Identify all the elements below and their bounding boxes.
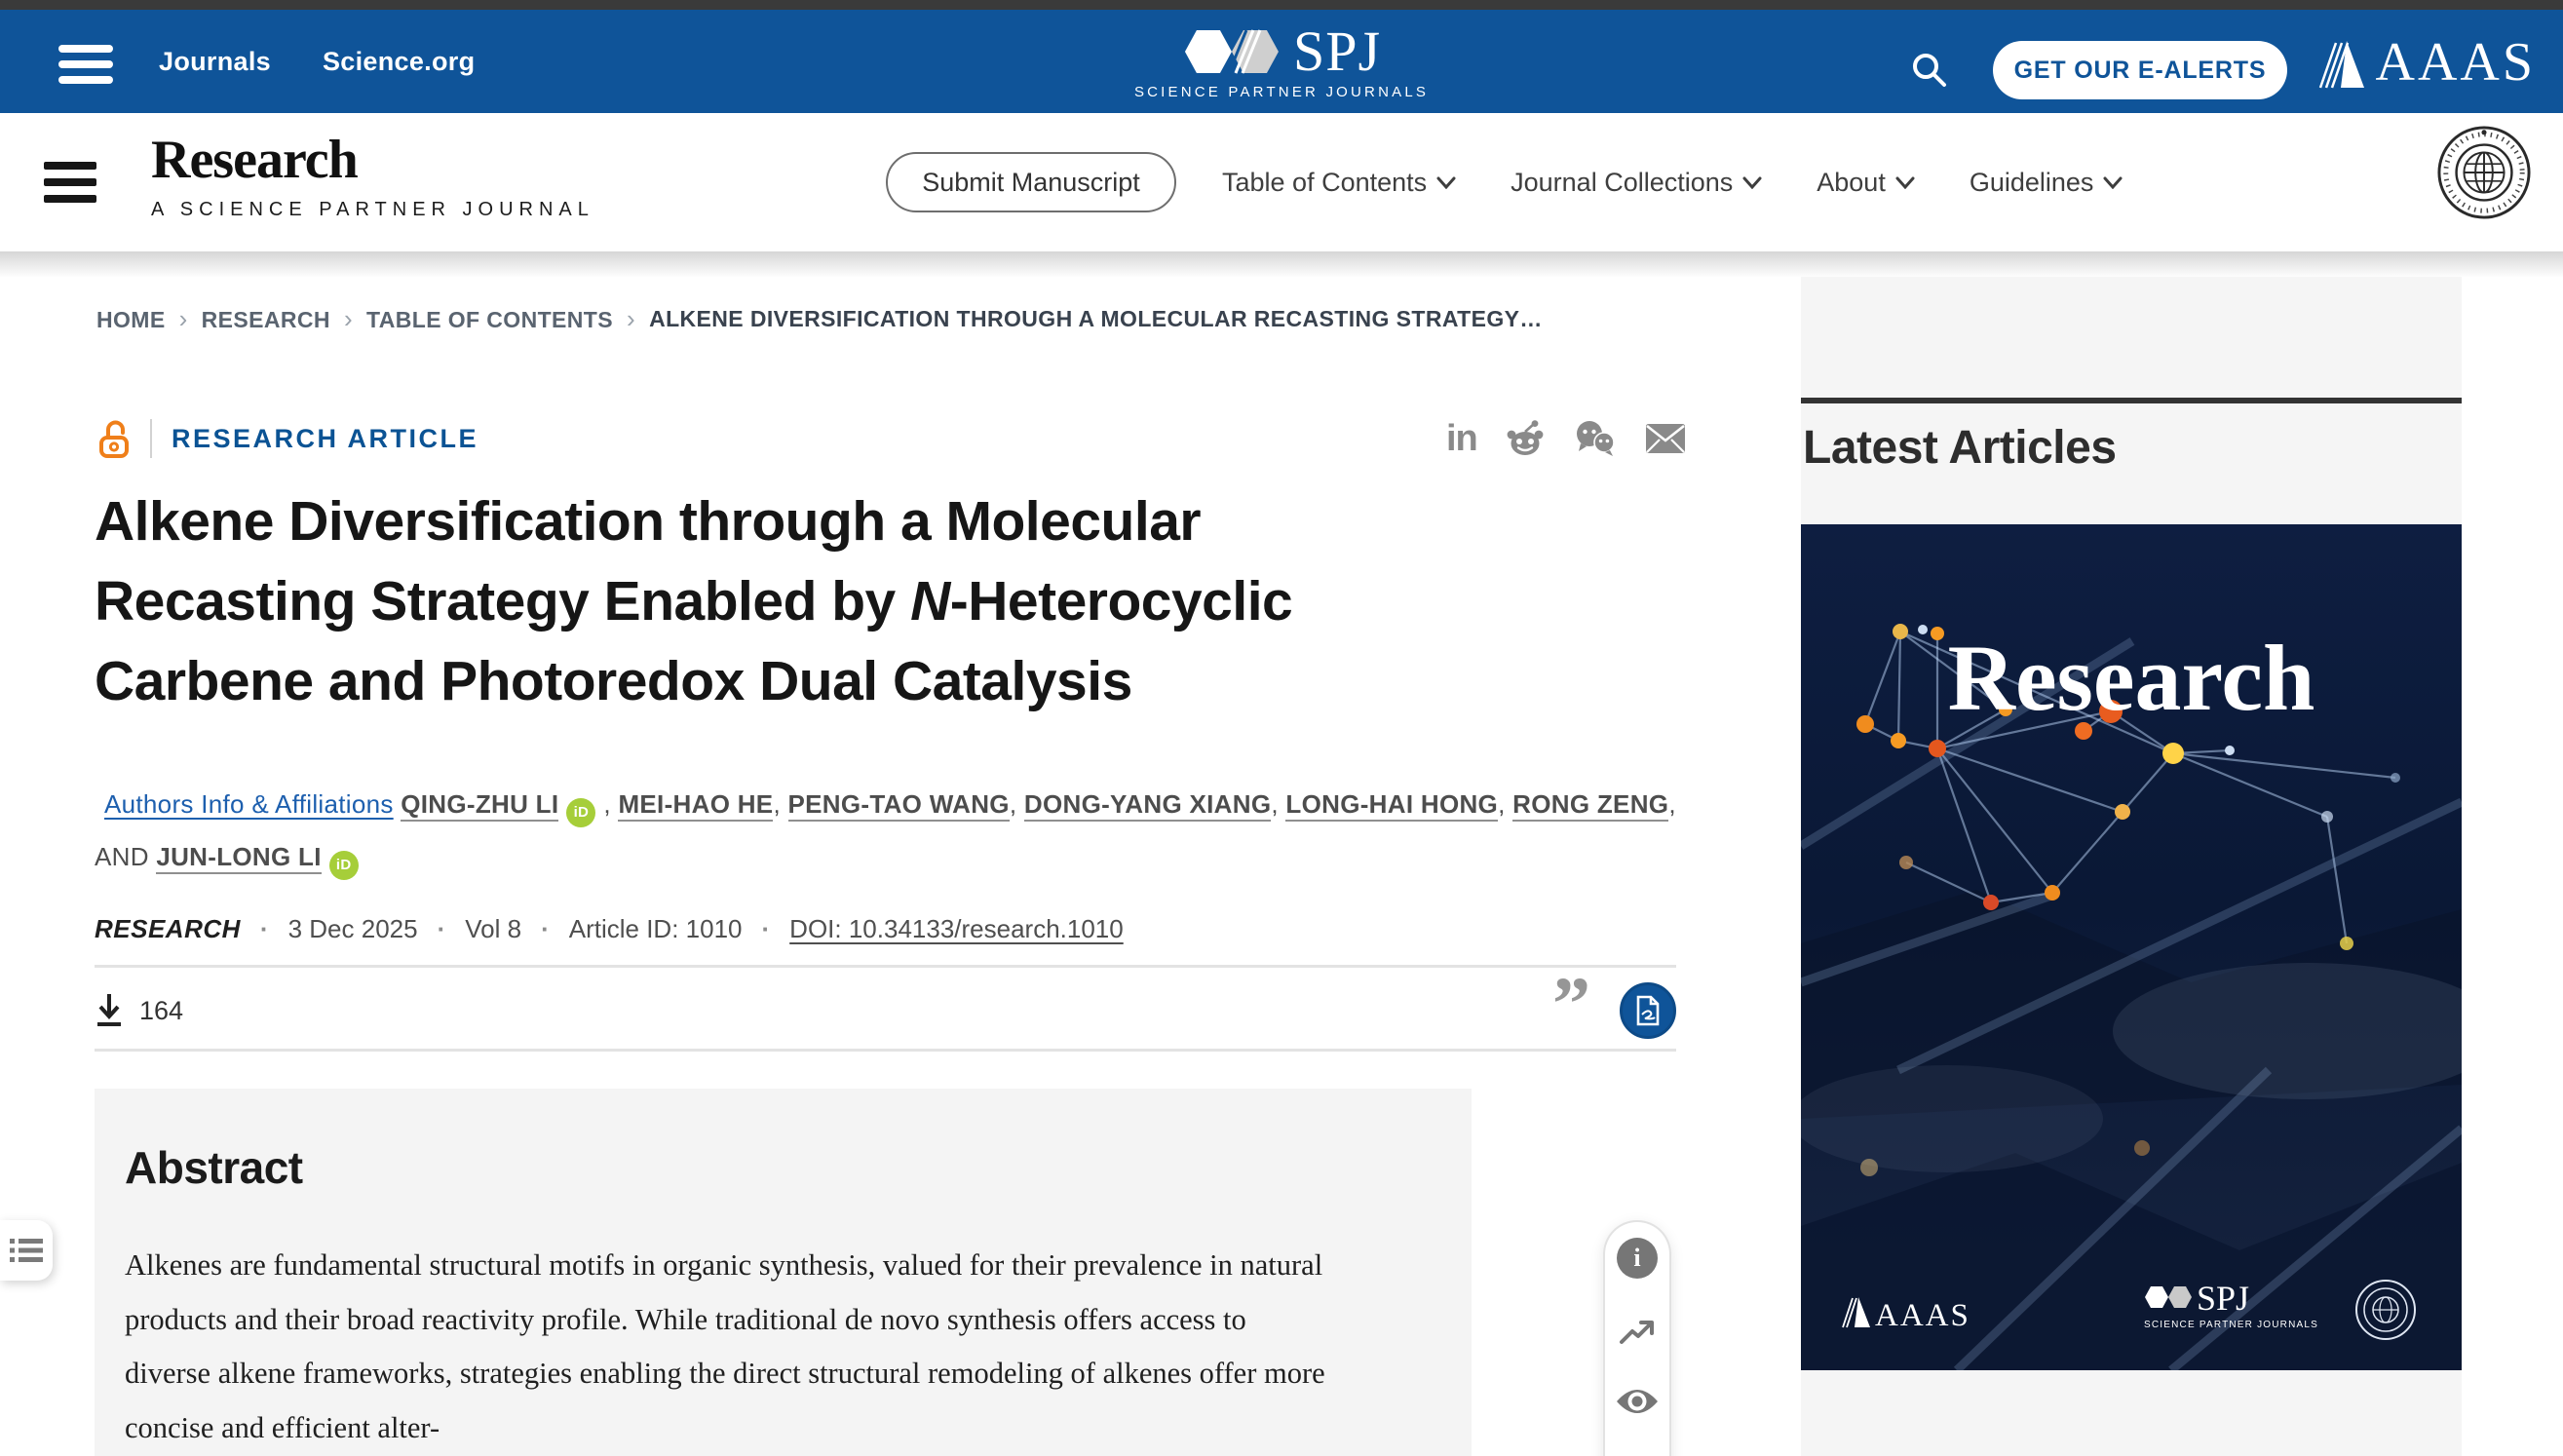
nav-item[interactable]: Table of Contents <box>1222 168 1456 198</box>
latest-articles-rule <box>1801 398 2462 403</box>
chevron-down-icon <box>1742 176 1762 189</box>
journal-menu-icon[interactable] <box>44 162 96 203</box>
reddit-icon[interactable] <box>1505 420 1546 457</box>
spj-wordmark: SPJ <box>1293 23 1381 80</box>
email-icon[interactable] <box>1645 423 1686 454</box>
contents-drawer-tab[interactable] <box>0 1220 53 1281</box>
nav-item[interactable]: About <box>1817 168 1915 198</box>
breadcrumb-item[interactable]: ALKENE DIVERSIFICATION THROUGH A MOLECUL… <box>649 306 1543 332</box>
spj-logo[interactable]: SPJ SCIENCE PARTNER JOURNALS <box>1134 23 1429 100</box>
author-link[interactable]: JUN-LONG LI <box>156 842 321 874</box>
orcid-icon[interactable] <box>566 798 595 827</box>
article-actions-row: 164 ” <box>95 978 1676 1043</box>
meta-article-id: Article ID: 1010 <box>569 914 743 944</box>
spj-subtext: SCIENCE PARTNER JOURNALS <box>1134 84 1429 100</box>
abstract-section: Abstract Alkenes are fundamental structu… <box>95 1089 1472 1456</box>
main-nav: Table of Contents Journal Collections Ab… <box>1222 113 2123 251</box>
search-icon[interactable] <box>1908 49 1951 92</box>
journal-header: Research A SCIENCE PARTNER JOURNAL Submi… <box>0 113 2563 251</box>
chevron-down-icon <box>1895 176 1915 189</box>
authors-info-link[interactable]: Authors Info & Affiliations <box>104 789 394 819</box>
research-article-label: RESEARCH ARTICLE <box>172 424 478 454</box>
linkedin-icon[interactable]: in <box>1446 420 1477 457</box>
spj-hexagons-icon <box>1182 27 1287 76</box>
article-meta-row: RESEARCH 3 Dec 2025 Vol 8 Article ID: 10… <box>95 914 1124 944</box>
article-metrics-toolbar: i <box>1603 1220 1671 1456</box>
author-link[interactable]: LONG-HAI HONG <box>1285 789 1498 822</box>
university-seal-logo[interactable] <box>2436 125 2532 220</box>
topbar-link-journals[interactable]: Journals <box>159 47 271 77</box>
divider <box>150 419 152 458</box>
breadcrumb-item[interactable]: TABLE OF CONTENTS <box>366 304 635 334</box>
submit-manuscript-button[interactable]: Submit Manuscript <box>886 152 1176 212</box>
aaas-logo[interactable]: AAAS <box>2317 35 2536 90</box>
chevron-down-icon <box>1436 176 1456 189</box>
latest-articles-heading: Latest Articles <box>1803 421 2462 475</box>
nav-item[interactable]: Journal Collections <box>1511 168 1762 198</box>
abstract-text: Alkenes are fundamental structural motif… <box>125 1239 1328 1455</box>
cover-journal-title: Research <box>1948 626 2315 730</box>
open-access-icon <box>97 417 131 460</box>
download-icon <box>95 992 124 1029</box>
divider <box>95 965 1676 968</box>
info-icon[interactable]: i <box>1617 1238 1658 1279</box>
pdf-icon[interactable] <box>1620 982 1676 1039</box>
svg-text:SPJ: SPJ <box>2197 1279 2249 1318</box>
latest-articles-panel: Latest Articles <box>1801 277 2462 1456</box>
nav-item[interactable]: Guidelines <box>1970 168 2123 198</box>
abstract-heading: Abstract <box>125 1141 1472 1194</box>
wechat-icon[interactable] <box>1573 419 1618 458</box>
svg-text:AAAS: AAAS <box>1875 1298 1970 1333</box>
author-link[interactable]: MEI-HAO HE <box>618 789 773 822</box>
meta-date: 3 Dec 2025 <box>288 914 418 944</box>
views-eye-icon[interactable] <box>1615 1386 1660 1417</box>
doi-link[interactable]: DOI: 10.34133/research.1010 <box>789 914 1124 944</box>
divider <box>95 1049 1676 1052</box>
download-count: 164 <box>139 996 183 1026</box>
breadcrumb-item[interactable]: RESEARCH <box>202 304 353 334</box>
author-list: Authors Info & Affiliations QING-ZHU LI,… <box>95 778 1693 883</box>
header-divider-gradient <box>0 251 2563 277</box>
aaas-wordmark: AAAS <box>2376 35 2536 90</box>
menu-icon[interactable] <box>58 45 113 84</box>
meta-volume: Vol 8 <box>465 914 521 944</box>
journal-brand[interactable]: Research A SCIENCE PARTNER JOURNAL <box>151 129 594 221</box>
svg-text:SCIENCE PARTNER JOURNALS: SCIENCE PARTNER JOURNALS <box>2144 1320 2318 1330</box>
author-link[interactable]: PENG-TAO WANG <box>788 789 1010 822</box>
share-toolbar: in <box>1446 419 1686 458</box>
journal-logo: Research <box>151 129 594 191</box>
author-link[interactable]: QING-ZHU LI <box>401 789 558 822</box>
get-e-alerts-button[interactable]: GET OUR E-ALERTS <box>1993 41 2287 99</box>
chevron-down-icon <box>2103 176 2123 189</box>
page-root: Journals Science.org SPJ SCIENCE PARTNER… <box>0 0 2563 1456</box>
breadcrumb: HOME RESEARCH TABLE OF CONTENTS ALKENE DIVE… <box>96 304 1543 334</box>
journal-cover-image[interactable]: Research AAAS SPJ SCIENCE PARTNER JOURNA… <box>1801 524 2462 1370</box>
cite-icon[interactable]: ” <box>1552 989 1590 1032</box>
breadcrumb-item[interactable]: HOME <box>96 304 188 334</box>
meta-journal: RESEARCH <box>95 914 241 944</box>
article-type-row: RESEARCH ARTICLE <box>97 417 478 460</box>
window-top-strip <box>0 0 2563 10</box>
list-icon <box>10 1238 43 1263</box>
journal-tagline: A SCIENCE PARTNER JOURNAL <box>151 199 594 221</box>
global-topbar: Journals Science.org SPJ SCIENCE PARTNER… <box>0 10 2563 113</box>
topbar-link-scienceorg[interactable]: Science.org <box>323 47 475 77</box>
author-link[interactable]: DONG-YANG XIANG <box>1024 789 1271 822</box>
author-link[interactable]: RONG ZENG <box>1512 789 1668 822</box>
aaas-triangle-icon <box>2317 35 2368 90</box>
article-title: Alkene Diversification through a Molecul… <box>95 481 1615 721</box>
metrics-trend-icon[interactable] <box>1618 1316 1657 1349</box>
orcid-icon[interactable] <box>329 851 359 880</box>
